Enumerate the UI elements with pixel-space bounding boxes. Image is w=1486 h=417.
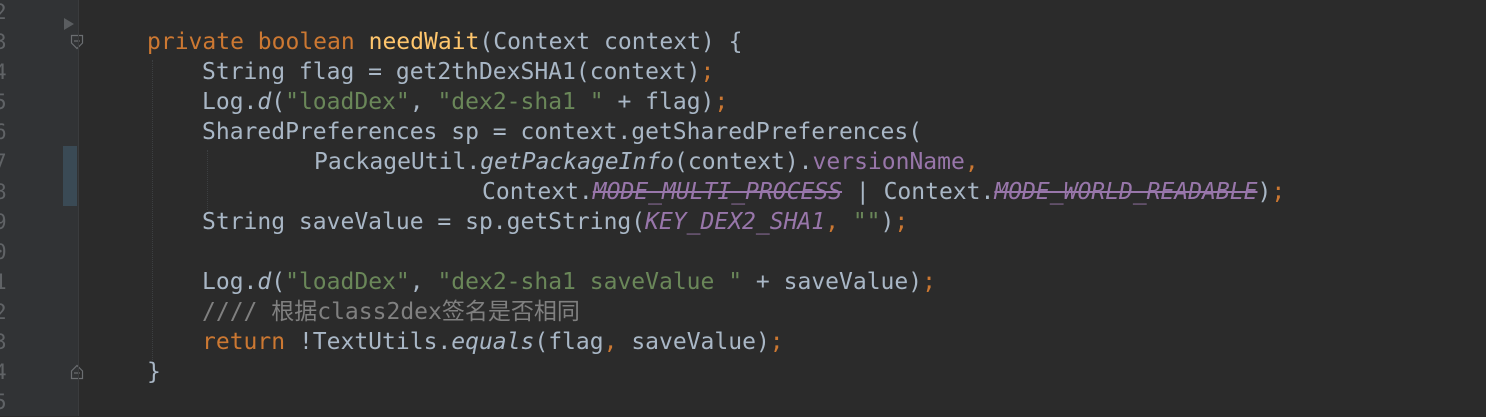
code-text: + flag) bbox=[603, 89, 715, 115]
semicolon: ; bbox=[894, 209, 909, 235]
code-text: , bbox=[409, 89, 438, 115]
line-number: 8 bbox=[0, 180, 7, 204]
closing-brace: } bbox=[147, 359, 161, 385]
deprecated-constant: MODE_MULTI_PROCESS bbox=[592, 179, 843, 205]
semicolon: ; bbox=[922, 269, 936, 295]
code-text: PackageUtil. bbox=[314, 149, 481, 175]
code-text: Log. bbox=[202, 89, 258, 115]
code-comment: //// 根据class2dex签名是否相同 bbox=[202, 299, 580, 325]
line-number: 4 bbox=[0, 60, 7, 84]
line-number: 5 bbox=[0, 90, 7, 114]
code-text: (context). bbox=[674, 149, 813, 175]
keyword: private bbox=[147, 29, 244, 55]
code-text: ( bbox=[271, 269, 286, 295]
comma: , bbox=[964, 149, 979, 175]
code-text: ) bbox=[880, 209, 895, 235]
code-text: ( bbox=[271, 89, 286, 115]
code-text: String saveValue = sp.getString( bbox=[202, 209, 646, 235]
static-method: d bbox=[257, 89, 272, 115]
code-line: } bbox=[147, 357, 161, 387]
code-text: (flag bbox=[534, 329, 604, 355]
static-method: d bbox=[257, 269, 272, 295]
code-line: //// 根据class2dex签名是否相同 bbox=[202, 297, 580, 327]
code-text: + saveValue) bbox=[742, 269, 923, 295]
code-line: String flag = get2thDexSHA1(context); bbox=[202, 57, 714, 87]
code-text: SharedPreferences sp = context.getShared… bbox=[202, 119, 923, 145]
line-number: 3 bbox=[0, 330, 7, 354]
code-line: Log.d("loadDex", "dex2-sha1 saveValue " … bbox=[202, 267, 936, 297]
code-line: PackageUtil.getPackageInfo(context).vers… bbox=[314, 147, 979, 177]
method-name: needWait bbox=[368, 29, 480, 55]
keyword: boolean bbox=[257, 29, 355, 55]
code-editor[interactable]: private boolean needWait(Context context… bbox=[79, 0, 1486, 416]
string-literal: "loadDex" bbox=[285, 89, 410, 115]
code-text: String flag = get2thDexSHA1(context) bbox=[202, 59, 701, 85]
code-text: Context. bbox=[482, 179, 593, 205]
comma: , bbox=[825, 209, 853, 235]
editor-gutter: 2 3 4 5 6 7 8 9 0 1 2 3 4 5 bbox=[0, 0, 84, 416]
code-text: | Context. bbox=[842, 179, 995, 205]
change-marker[interactable] bbox=[63, 146, 77, 206]
semicolon: ; bbox=[714, 89, 729, 115]
semicolon: ; bbox=[769, 329, 784, 355]
code-text: ) bbox=[1257, 179, 1272, 205]
indent-guide bbox=[207, 150, 208, 210]
line-number: 0 bbox=[0, 240, 7, 264]
line-number: 7 bbox=[0, 150, 7, 174]
semicolon: ; bbox=[1271, 179, 1286, 205]
code-line: String saveValue = sp.getString(KEY_DEX2… bbox=[202, 207, 908, 237]
code-line: Context.MODE_MULTI_PROCESS | Context.MOD… bbox=[482, 177, 1285, 207]
string-literal: "dex2-sha1 saveValue " bbox=[437, 269, 743, 295]
static-method: equals bbox=[451, 329, 535, 355]
line-number: 5 bbox=[0, 390, 7, 414]
deprecated-constant: MODE_WORLD_READABLE bbox=[994, 179, 1258, 205]
line-number: 3 bbox=[0, 30, 7, 54]
code-text: (Context context) { bbox=[479, 29, 743, 55]
code-text: !TextUtils. bbox=[285, 329, 452, 355]
code-line: return !TextUtils.equals(flag, saveValue… bbox=[202, 327, 784, 357]
string-literal: "" bbox=[852, 209, 881, 235]
string-literal: "loadDex" bbox=[285, 269, 410, 295]
line-number: 1 bbox=[0, 270, 7, 294]
line-number: 2 bbox=[0, 300, 7, 324]
comma: , bbox=[603, 329, 618, 355]
static-method: getPackageInfo bbox=[480, 149, 675, 175]
code-text: saveValue) bbox=[617, 329, 770, 355]
line-number: 6 bbox=[0, 120, 7, 144]
code-line: private boolean needWait(Context context… bbox=[147, 27, 742, 57]
code-text: Log. bbox=[202, 269, 258, 295]
line-number: 9 bbox=[0, 210, 7, 234]
semicolon: ; bbox=[700, 59, 715, 85]
line-number: 2 bbox=[0, 0, 7, 24]
indent-guide bbox=[152, 60, 153, 360]
code-text: , bbox=[409, 269, 438, 295]
line-number: 4 bbox=[0, 360, 7, 384]
code-line: Log.d("loadDex", "dex2-sha1 " + flag); bbox=[202, 87, 728, 117]
run-arrow-icon[interactable] bbox=[62, 16, 76, 32]
field-name: versionName bbox=[812, 149, 965, 175]
constant: KEY_DEX2_SHA1 bbox=[645, 209, 826, 235]
string-literal: "dex2-sha1 " bbox=[437, 89, 604, 115]
keyword: return bbox=[202, 329, 286, 355]
code-line: SharedPreferences sp = context.getShared… bbox=[202, 117, 922, 147]
